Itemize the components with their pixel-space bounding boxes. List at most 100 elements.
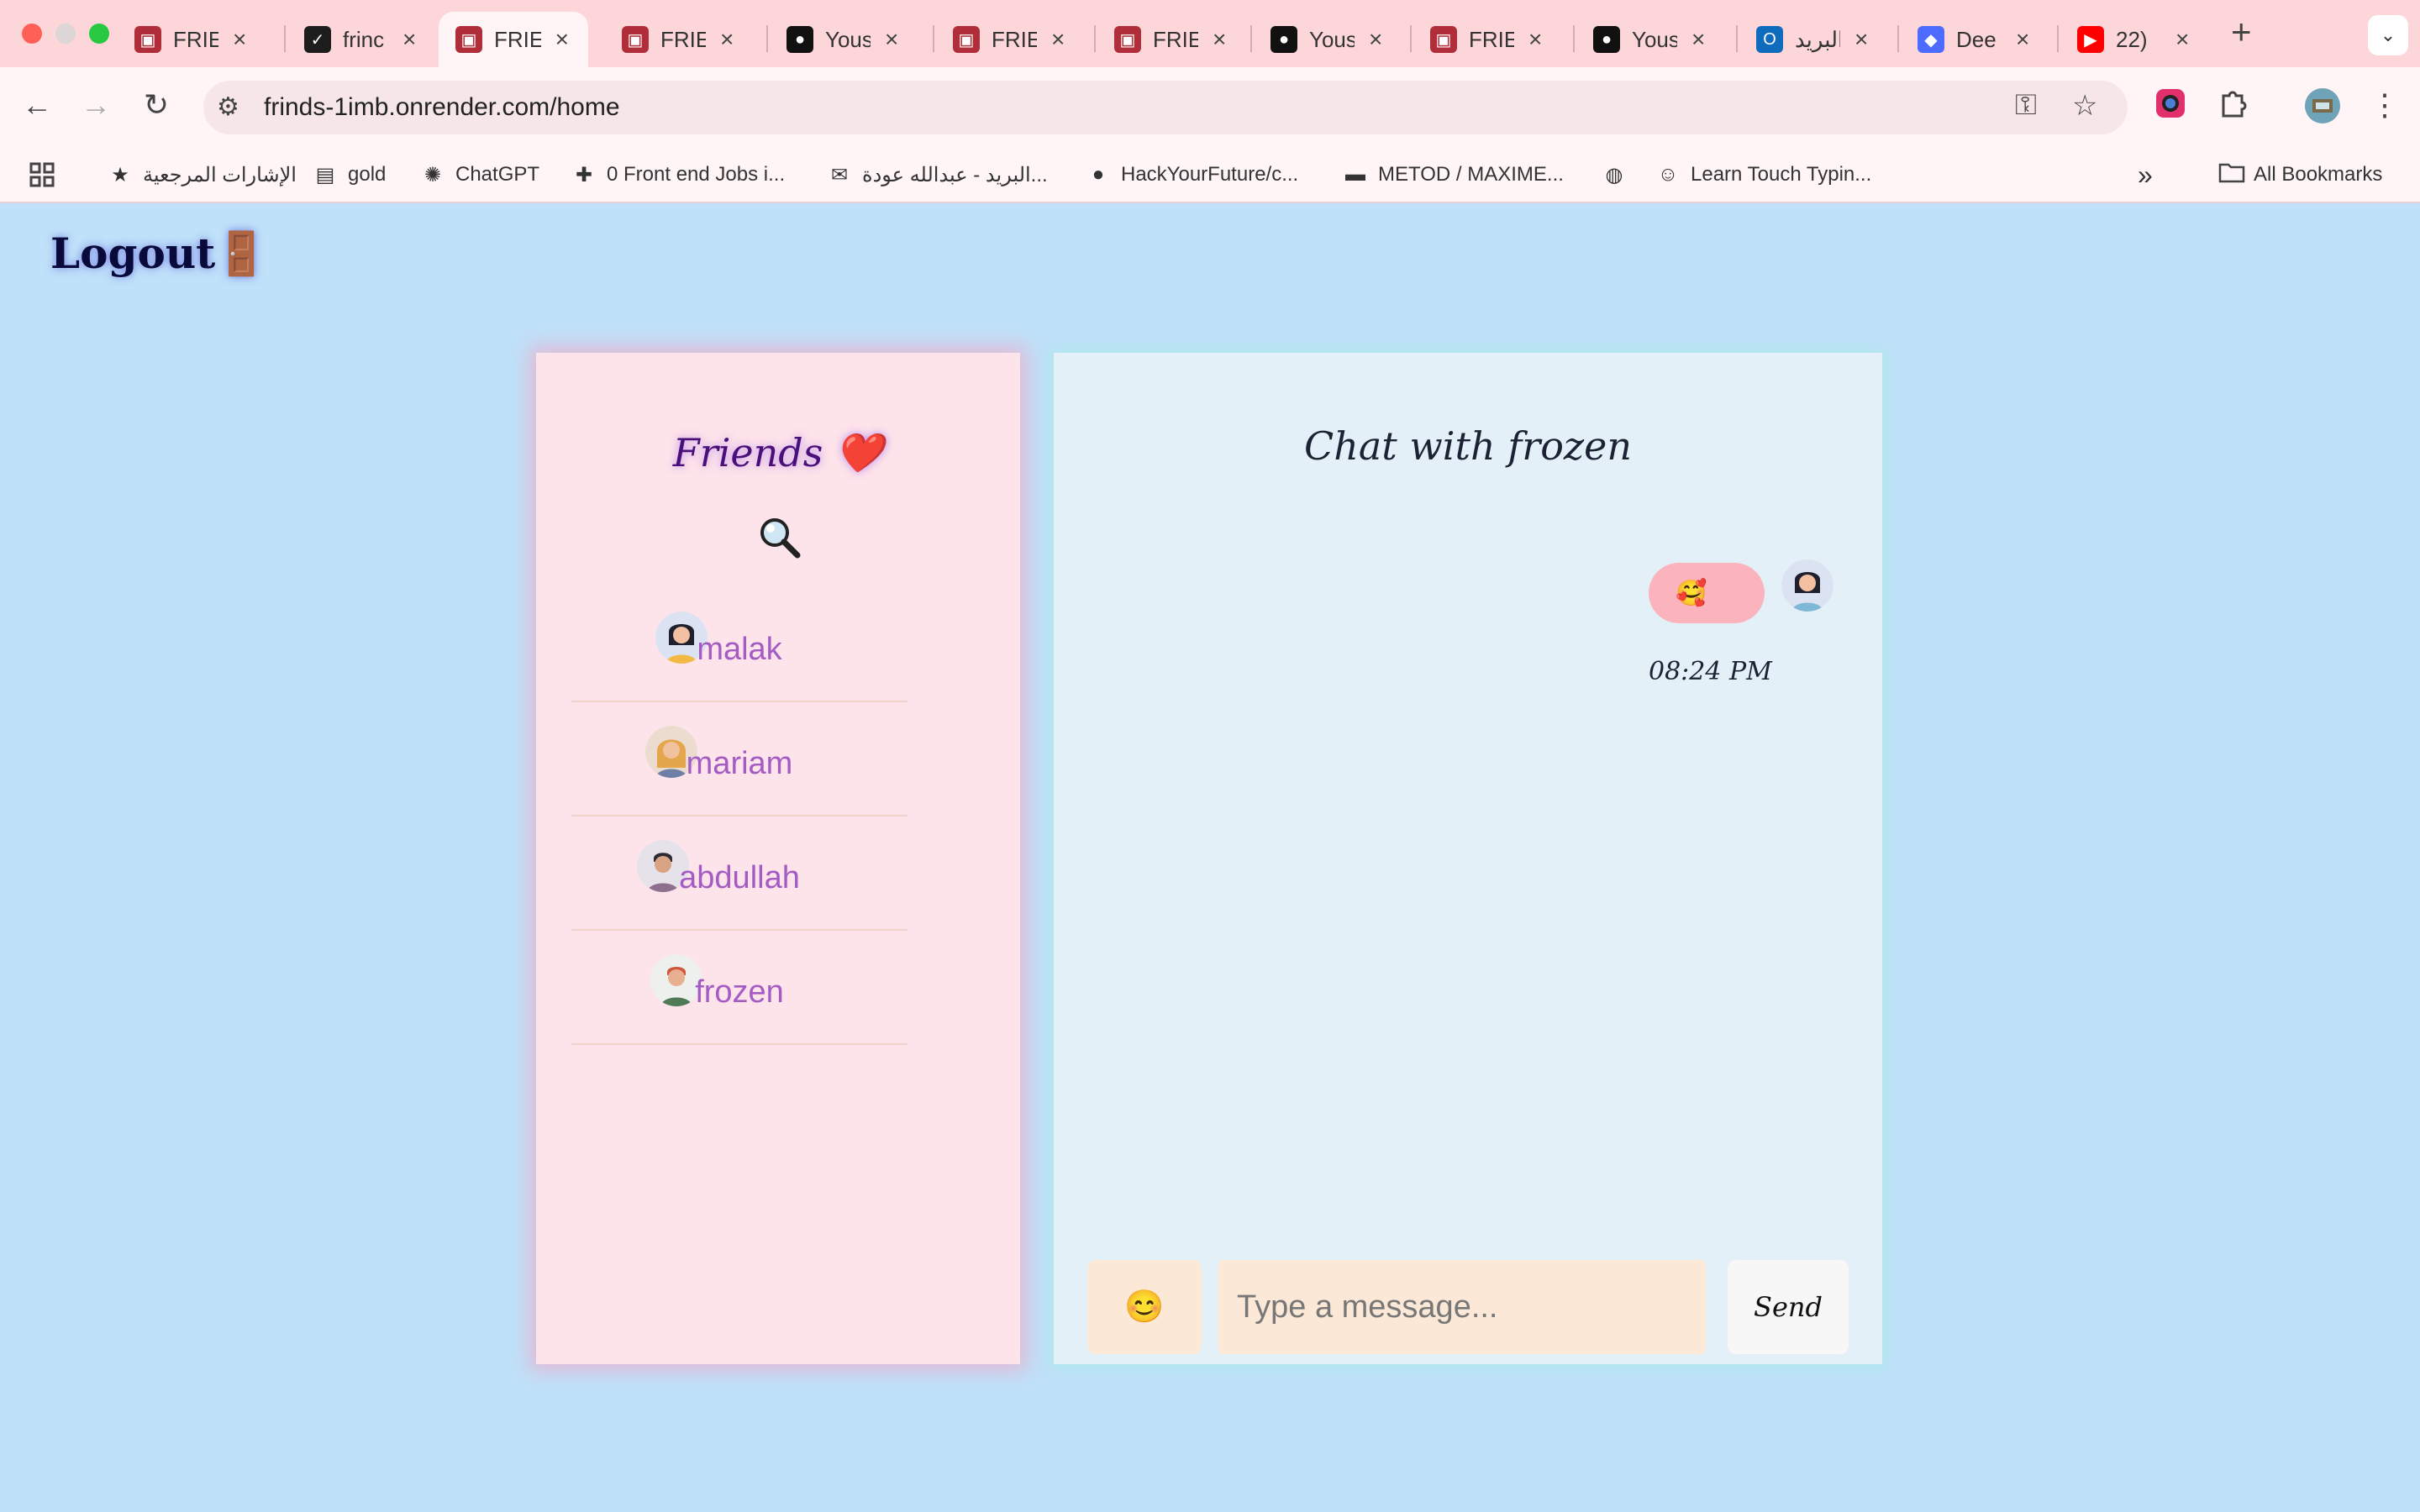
- message-bubble: 🥰: [1649, 563, 1765, 623]
- bookmark-item[interactable]: ◍: [1602, 160, 1637, 190]
- smiley-icon: 😊: [1124, 1289, 1165, 1325]
- extension-color-icon[interactable]: [2154, 87, 2186, 127]
- browser-tab[interactable]: ● Yous ×: [1576, 12, 1724, 67]
- tab-separator: [766, 25, 768, 52]
- close-tab-icon[interactable]: ×: [2173, 26, 2191, 53]
- message-input[interactable]: [1218, 1260, 1706, 1354]
- tab-title: FRIE: [1153, 26, 1199, 52]
- browser-tab[interactable]: ▣ FRIE ×: [439, 12, 588, 67]
- minimize-window-button[interactable]: [55, 24, 76, 44]
- globe-icon: ◍: [1605, 163, 1623, 186]
- browser-tab[interactable]: ● Yous ×: [1254, 12, 1402, 67]
- browser-tab[interactable]: ● Yous ×: [770, 12, 918, 67]
- tab-separator: [1573, 25, 1575, 52]
- forward-button[interactable]: →: [76, 87, 116, 123]
- emoji-picker-button[interactable]: 😊: [1087, 1260, 1202, 1354]
- outlook-favicon-icon: O: [1756, 26, 1783, 53]
- github-favicon-icon: ●: [786, 26, 813, 53]
- youtube-favicon-icon: ▶: [2077, 26, 2104, 53]
- send-button[interactable]: Send: [1728, 1260, 1849, 1354]
- bookmark-item[interactable]: ▤ gold: [313, 160, 387, 190]
- close-tab-icon[interactable]: ×: [882, 26, 901, 53]
- tab-separator: [1410, 25, 1412, 52]
- password-key-icon[interactable]: ⚿: [2015, 89, 2037, 122]
- close-tab-icon[interactable]: ×: [1689, 26, 1707, 53]
- bookmark-label: HackYourFuture/c...: [1121, 163, 1299, 186]
- bookmark-label: الإشارات المرجعية: [143, 163, 297, 186]
- bookmark-item[interactable]: ● HackYourFuture/c...: [1086, 160, 1298, 190]
- close-tab-icon[interactable]: ×: [2013, 26, 2032, 53]
- tab-title: Yous: [1632, 26, 1678, 52]
- browser-tab[interactable]: ▣ FRIE ×: [605, 12, 753, 67]
- browser-menu-icon[interactable]: ⋮: [2370, 87, 2400, 123]
- friend-item-mariam[interactable]: mariam: [571, 702, 908, 816]
- site-settings-icon[interactable]: ⚙: [217, 92, 239, 122]
- browser-tab[interactable]: O البريد ×: [1739, 12, 1887, 67]
- profile-avatar[interactable]: [2304, 87, 2341, 132]
- bookmark-item[interactable]: ▬ METOD / MAXIME...: [1343, 160, 1564, 190]
- browser-tab[interactable]: ▶ 22) ×: [2060, 12, 2208, 67]
- friend-name: mariam: [686, 746, 793, 781]
- app-favicon-icon: ▣: [455, 26, 482, 53]
- browser-tab[interactable]: ▣ FRIE ×: [118, 12, 266, 67]
- browser-tab[interactable]: ✓ frinc ×: [287, 12, 435, 67]
- bookmark-item[interactable]: ☺ Learn Touch Typin...: [1655, 160, 1872, 190]
- bookmark-item[interactable]: ✺ ChatGPT: [420, 160, 539, 190]
- tab-search-button[interactable]: ⌄: [2368, 15, 2408, 55]
- close-tab-icon[interactable]: ×: [1852, 26, 1870, 53]
- github-favicon-icon: ●: [1593, 26, 1620, 53]
- friend-item-abdullah[interactable]: abdullah: [571, 816, 908, 931]
- chat-title: Chat with frozen: [1304, 423, 1632, 469]
- close-tab-icon[interactable]: ×: [400, 26, 418, 53]
- new-tab-button[interactable]: +: [2231, 12, 2252, 52]
- browser-tab[interactable]: ◆ Dee ×: [1901, 12, 2049, 67]
- logout-label: Logout: [50, 228, 216, 278]
- deepseek-favicon-icon: ◆: [1918, 26, 1944, 53]
- close-tab-icon[interactable]: ×: [230, 26, 249, 53]
- logout-button[interactable]: Logout🚪: [50, 228, 268, 279]
- typing-icon: ☺: [1657, 163, 1679, 186]
- close-window-button[interactable]: [22, 24, 42, 44]
- friends-panel: Friends ❤️ malak mariam abdullah frozen: [536, 353, 1020, 1364]
- friend-item-frozen[interactable]: frozen: [571, 931, 908, 1045]
- app-favicon-icon: ▣: [1430, 26, 1457, 53]
- close-tab-icon[interactable]: ×: [1526, 26, 1544, 53]
- browser-tab[interactable]: ▣ FRIE ×: [1413, 12, 1561, 67]
- browser-tab[interactable]: ▣ FRIE ×: [936, 12, 1084, 67]
- friend-name: abdullah: [679, 860, 800, 895]
- chat-panel: Chat with frozen 🥰 08:24 PM 😊 Send: [1054, 353, 1882, 1364]
- inv-icon: ▤: [315, 163, 335, 186]
- apps-grid-icon[interactable]: [29, 160, 55, 190]
- close-tab-icon[interactable]: ×: [1049, 26, 1067, 53]
- bookmark-item[interactable]: ★ الإشارات المرجعية: [108, 160, 297, 190]
- tab-separator: [1250, 25, 1252, 52]
- close-tab-icon[interactable]: ×: [718, 26, 736, 53]
- bookmark-item[interactable]: ✉ البريد - عبدالله عودة...: [827, 160, 1048, 190]
- bookmark-star-icon[interactable]: ☆: [2072, 89, 2097, 123]
- tab-title: البريد: [1795, 26, 1841, 52]
- search-icon[interactable]: [756, 514, 802, 559]
- tab-title: Dee: [1956, 26, 1996, 52]
- message-text: 🥰: [1676, 579, 1707, 607]
- ikea-icon: ▬: [1345, 163, 1365, 186]
- bookmark-item[interactable]: ✚ 0 Front end Jobs i...: [571, 160, 785, 190]
- extensions-puzzle-icon[interactable]: [2217, 87, 2249, 127]
- all-bookmarks-label: All Bookmarks: [2254, 163, 2383, 186]
- close-tab-icon[interactable]: ×: [553, 26, 571, 53]
- back-button[interactable]: ←: [17, 87, 57, 123]
- maximize-window-button[interactable]: [89, 24, 109, 44]
- browser-tab[interactable]: ▣ FRIE ×: [1097, 12, 1245, 67]
- bookmark-label: 0 Front end Jobs i...: [607, 163, 786, 186]
- more-bookmarks-icon[interactable]: »: [2138, 160, 2153, 190]
- tab-separator: [284, 25, 286, 52]
- tab-title: FRIE: [660, 26, 707, 52]
- friend-name: malak: [697, 632, 782, 667]
- close-tab-icon[interactable]: ×: [1210, 26, 1228, 53]
- friend-item-malak[interactable]: malak: [571, 588, 908, 702]
- reload-button[interactable]: ↻: [136, 87, 176, 123]
- close-tab-icon[interactable]: ×: [1366, 26, 1385, 53]
- all-bookmarks-folder[interactable]: All Bookmarks: [2218, 160, 2382, 190]
- address-bar[interactable]: frinds-1imb.onrender.com/home: [203, 81, 2128, 134]
- friend-name: frozen: [695, 974, 784, 1010]
- chatgpt-icon: ✺: [424, 163, 442, 186]
